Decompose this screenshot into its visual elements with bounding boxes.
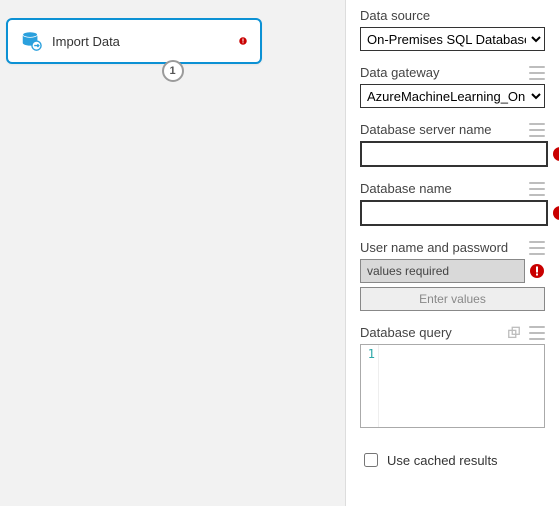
data-gateway-menu-icon[interactable] (529, 66, 545, 80)
use-cached-row[interactable]: Use cached results (360, 450, 545, 470)
module-output-port-1[interactable]: 1 (162, 60, 184, 82)
error-icon (529, 263, 545, 279)
root: Import Data 1 Data source On-Premises SQ… (0, 0, 559, 506)
field-data-source: Data source On-Premises SQL Database (360, 8, 545, 51)
db-name-menu-icon[interactable] (529, 182, 545, 196)
db-query-menu-icon[interactable] (529, 326, 545, 340)
query-line-number: 1 (361, 345, 379, 427)
use-cached-label: Use cached results (387, 453, 498, 468)
error-icon (552, 146, 559, 162)
data-source-label: Data source (360, 8, 430, 23)
field-db-query: Database query 1 (360, 325, 545, 428)
db-query-text[interactable] (379, 345, 544, 427)
data-gateway-label: Data gateway (360, 65, 440, 80)
db-query-label: Database query (360, 325, 452, 340)
db-server-name-input[interactable] (360, 141, 548, 167)
credentials-label: User name and password (360, 240, 508, 255)
module-import-data[interactable]: Import Data (6, 18, 262, 64)
error-icon (238, 36, 248, 46)
enter-values-button[interactable]: Enter values (360, 287, 545, 311)
popout-icon[interactable] (507, 326, 521, 340)
module-title: Import Data (52, 34, 238, 49)
use-cached-checkbox[interactable] (364, 453, 378, 467)
experiment-canvas[interactable]: Import Data 1 (0, 0, 346, 506)
data-gateway-select[interactable]: AzureMachineLearning_OnPrem (360, 84, 545, 108)
field-db-server-name: Database server name (360, 122, 545, 167)
properties-panel: Data source On-Premises SQL Database Dat… (346, 0, 559, 506)
error-icon (552, 205, 559, 221)
database-import-icon (20, 30, 42, 52)
credentials-menu-icon[interactable] (529, 241, 545, 255)
db-name-input[interactable] (360, 200, 548, 226)
field-db-name: Database name (360, 181, 545, 226)
db-query-editor[interactable]: 1 (360, 344, 545, 428)
data-source-select[interactable]: On-Premises SQL Database (360, 27, 545, 51)
field-data-gateway: Data gateway AzureMachineLearning_OnPrem (360, 65, 545, 108)
db-name-label: Database name (360, 181, 452, 196)
credentials-status: values required (360, 259, 525, 283)
db-server-name-menu-icon[interactable] (529, 123, 545, 137)
db-server-name-label: Database server name (360, 122, 492, 137)
field-credentials: User name and password values required E… (360, 240, 545, 311)
